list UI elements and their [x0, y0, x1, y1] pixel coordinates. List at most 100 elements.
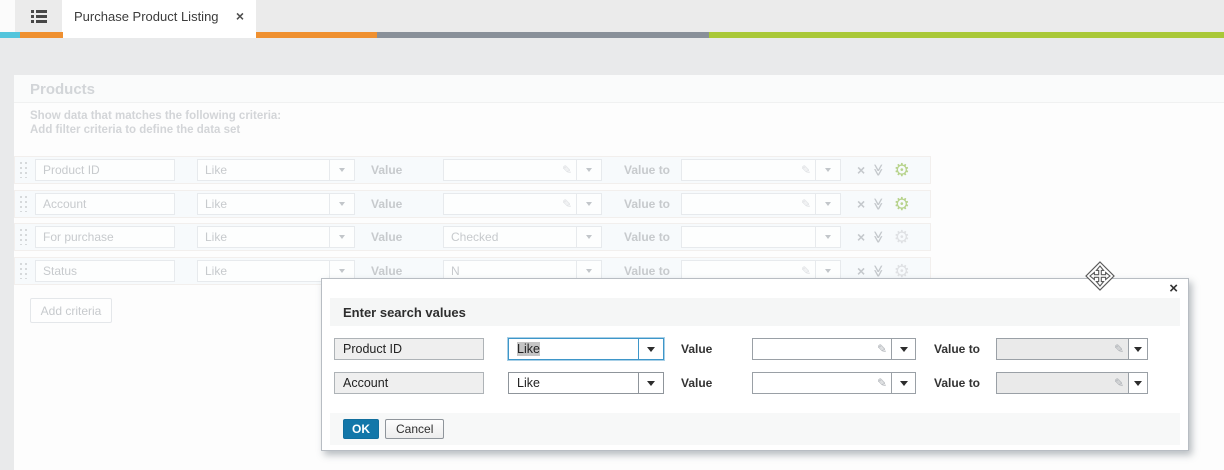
- remove-row-icon[interactable]: ×: [857, 163, 865, 177]
- remove-row-icon[interactable]: ×: [857, 264, 865, 278]
- filter-row-for-purchase: For purchase Like Value Checked Value to…: [14, 223, 931, 251]
- remove-row-icon[interactable]: ×: [857, 230, 865, 244]
- dialog-operator-select[interactable]: Like: [508, 372, 664, 394]
- value-label: Value: [371, 230, 403, 244]
- value-input-group: Checked: [443, 226, 602, 248]
- value-to-dropdown-arrow-icon[interactable]: [1128, 338, 1148, 360]
- criteria-hint-line1: Show data that matches the following cri…: [30, 110, 282, 122]
- value-to-input[interactable]: ✎: [996, 372, 1128, 394]
- value-to-input-group: ✎: [996, 372, 1148, 394]
- ok-button[interactable]: OK: [343, 419, 379, 439]
- double-chevron-icon[interactable]: ≫: [871, 164, 885, 177]
- value-to-label: Value to: [624, 264, 671, 278]
- value-to-input[interactable]: ✎: [996, 338, 1128, 360]
- app-window: Purchase Product Listing × Products Show…: [0, 0, 1224, 470]
- value-input[interactable]: ✎: [443, 193, 576, 215]
- value-to-select[interactable]: [681, 226, 815, 248]
- value-dropdown-arrow-icon[interactable]: [576, 159, 602, 181]
- value-to-input-group: ✎: [681, 193, 841, 215]
- dropdown-arrow-icon[interactable]: [329, 227, 354, 247]
- gear-icon[interactable]: ⚙: [894, 161, 910, 179]
- filter-row-product-id: Product ID Like Value ✎ Value to ✎ × ≫ ⚙: [14, 156, 931, 184]
- double-chevron-icon[interactable]: ≫: [871, 231, 885, 244]
- dialog-title: Enter search values: [343, 304, 466, 320]
- operator-select[interactable]: Like: [197, 159, 355, 181]
- value-dropdown-arrow-icon[interactable]: [576, 193, 602, 215]
- tab-bar: Purchase Product Listing ×: [0, 0, 1224, 32]
- double-chevron-icon[interactable]: ≫: [871, 198, 885, 211]
- dialog-field-name[interactable]: Product ID: [334, 338, 484, 360]
- pencil-icon: ✎: [561, 197, 572, 211]
- operator-select[interactable]: Like: [197, 226, 355, 248]
- value-to-dropdown-arrow-icon[interactable]: [1128, 372, 1148, 394]
- value-select[interactable]: Checked: [443, 226, 576, 248]
- tab-bar-left-spacer: [0, 0, 15, 32]
- value-label: Value: [681, 342, 713, 356]
- pencil-icon: ✎: [800, 264, 811, 278]
- filter-field-name[interactable]: Account: [35, 193, 175, 215]
- value-label: Value: [371, 197, 403, 211]
- value-input-group: ✎: [443, 193, 602, 215]
- pencil-icon: ✎: [1113, 376, 1124, 390]
- operator-select[interactable]: Like: [197, 193, 355, 215]
- dropdown-arrow-icon[interactable]: [329, 194, 354, 214]
- value-label: Value: [371, 163, 403, 177]
- tab-label: Purchase Product Listing: [74, 8, 219, 24]
- list-icon: [30, 9, 47, 23]
- dialog-row-account: Account Like Value ✎ Value to ✎: [334, 371, 1148, 395]
- drag-handle-icon[interactable]: [20, 229, 27, 245]
- filter-field-name[interactable]: Status: [35, 260, 175, 282]
- value-dropdown-arrow-icon[interactable]: [891, 338, 916, 360]
- value-input[interactable]: ✎: [752, 338, 891, 360]
- dialog-field-name[interactable]: Account: [334, 372, 484, 394]
- value-to-input[interactable]: ✎: [681, 159, 815, 181]
- dropdown-arrow-icon[interactable]: [638, 339, 663, 359]
- gear-icon[interactable]: ⚙: [894, 195, 910, 213]
- dialog-footer: OK Cancel: [330, 413, 1180, 445]
- pencil-icon: ✎: [1113, 342, 1124, 356]
- value-to-dropdown-arrow-icon[interactable]: [815, 159, 841, 181]
- dropdown-arrow-icon[interactable]: [329, 160, 354, 180]
- pencil-icon: ✎: [876, 376, 887, 390]
- value-to-dropdown-arrow-icon[interactable]: [815, 226, 841, 248]
- move-cursor-icon: [1084, 260, 1116, 297]
- value-input-group: ✎: [752, 338, 916, 360]
- tab-purchase-product-listing[interactable]: Purchase Product Listing ×: [62, 0, 256, 32]
- value-input-group: ✎: [443, 159, 602, 181]
- cancel-button[interactable]: Cancel: [385, 419, 445, 439]
- dropdown-arrow-icon[interactable]: [638, 373, 663, 393]
- value-to-input-group: [681, 226, 841, 248]
- filter-row-account: Account Like Value ✎ Value to ✎ × ≫ ⚙: [14, 190, 931, 218]
- filter-field-name[interactable]: Product ID: [35, 159, 175, 181]
- stripe-white-segment: [63, 32, 256, 38]
- remove-row-icon[interactable]: ×: [857, 197, 865, 211]
- value-to-label: Value to: [934, 376, 981, 390]
- value-label: Value: [681, 376, 713, 390]
- dialog-operator-select[interactable]: Like: [508, 338, 664, 360]
- drag-handle-icon[interactable]: [20, 162, 27, 178]
- value-to-input-group: ✎: [681, 159, 841, 181]
- gear-icon[interactable]: ⚙: [894, 228, 910, 246]
- stripe-slate-segment: [377, 32, 709, 38]
- stripe-orange-segment-2: [256, 32, 377, 38]
- drag-handle-icon[interactable]: [20, 263, 27, 279]
- tab-close-icon[interactable]: ×: [236, 9, 244, 23]
- value-input[interactable]: ✎: [752, 372, 891, 394]
- value-input-group: ✎: [752, 372, 916, 394]
- value-to-input[interactable]: ✎: [681, 193, 815, 215]
- pencil-icon: ✎: [876, 342, 887, 356]
- value-to-input-group: ✎: [996, 338, 1148, 360]
- value-dropdown-arrow-icon[interactable]: [891, 372, 916, 394]
- double-chevron-icon[interactable]: ≫: [871, 265, 885, 278]
- value-input[interactable]: ✎: [443, 159, 576, 181]
- drag-handle-icon[interactable]: [20, 196, 27, 212]
- filter-field-name[interactable]: For purchase: [35, 226, 175, 248]
- add-criteria-button[interactable]: Add criteria: [30, 298, 112, 323]
- tab-list-button[interactable]: [15, 0, 62, 32]
- value-to-label: Value to: [624, 197, 671, 211]
- value-to-dropdown-arrow-icon[interactable]: [815, 193, 841, 215]
- dialog-close-icon[interactable]: ×: [1169, 280, 1178, 298]
- value-dropdown-arrow-icon[interactable]: [576, 226, 602, 248]
- value-to-label: Value to: [624, 230, 671, 244]
- criteria-hint-line2: Add filter criteria to define the data s…: [30, 124, 241, 136]
